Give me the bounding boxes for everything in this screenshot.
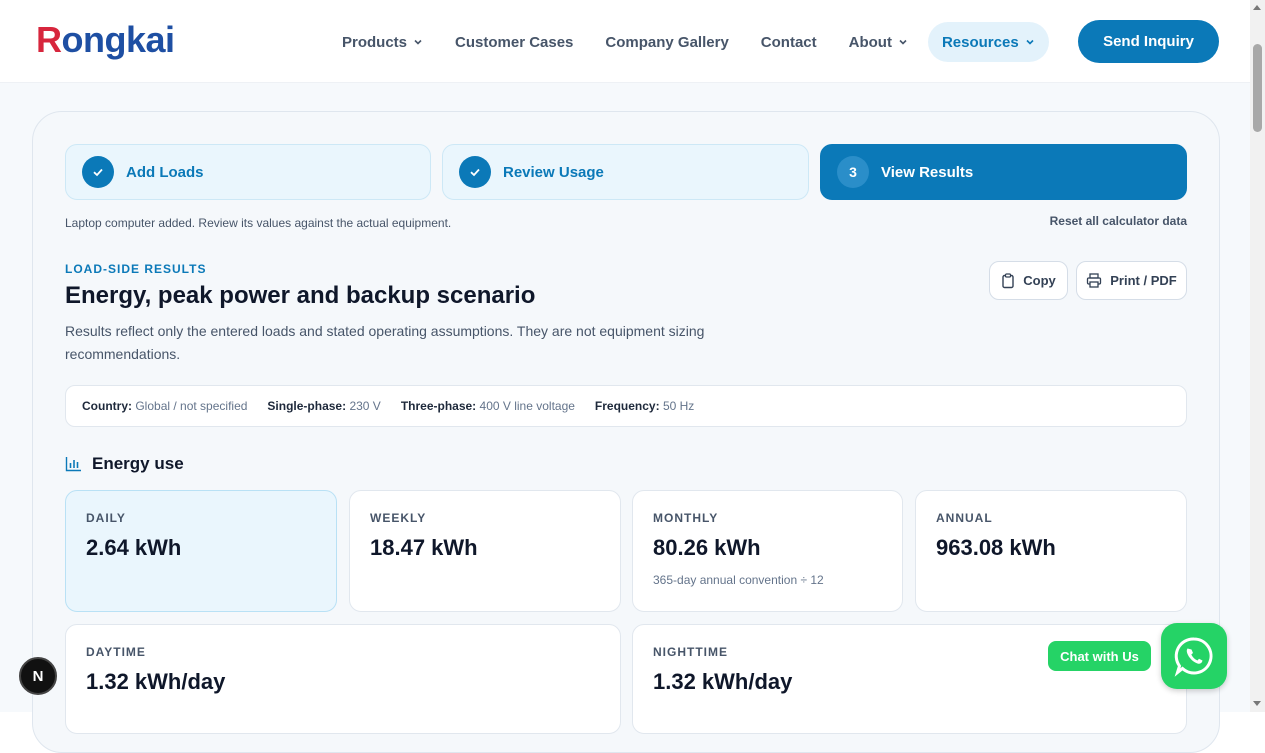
rongkai-logo[interactable]: Rongkai <box>36 18 175 62</box>
nav-contact[interactable]: Contact <box>749 22 829 62</box>
stat-card-daytime: DAYTIME 1.32 kWh/day <box>65 624 621 734</box>
page-title: Energy, peak power and backup scenario <box>65 282 536 309</box>
stat-card-monthly: MONTHLY 80.26 kWh 365-day annual convent… <box>632 490 903 612</box>
print-pdf-button[interactable]: Print / PDF <box>1076 261 1187 300</box>
electrical-settings-bar: Country: Global / not specified Single-p… <box>65 385 1187 427</box>
step-view-results[interactable]: 3 View Results <box>820 144 1187 200</box>
results-description: Results reflect only the entered loads a… <box>65 323 705 362</box>
stat-value: 1.32 kWh/day <box>86 669 226 694</box>
check-icon <box>459 156 491 188</box>
energy-use-heading: Energy use <box>65 454 184 474</box>
page-scrollbar[interactable] <box>1250 0 1265 712</box>
scrollbar-thumb[interactable] <box>1253 44 1262 132</box>
stat-value: 1.32 kWh/day <box>653 669 793 694</box>
stat-value: 18.47 kWh <box>370 535 478 560</box>
stat-label: DAILY <box>86 511 126 525</box>
whatsapp-icon <box>1174 637 1213 677</box>
stat-value: 2.64 kWh <box>86 535 182 560</box>
stat-card-annual: ANNUAL 963.08 kWh <box>915 490 1187 612</box>
stat-label: MONTHLY <box>653 511 719 525</box>
step-label: Review Usage <box>503 163 604 181</box>
three-phase-setting: Three-phase: 400 V line voltage <box>400 399 575 413</box>
nav-customer-cases[interactable]: Customer Cases <box>443 22 585 62</box>
stat-note: 365-day annual convention ÷ 12 <box>653 573 824 587</box>
whatsapp-chat-button[interactable] <box>1161 623 1227 689</box>
chat-with-us-label[interactable]: Chat with Us <box>1048 641 1151 671</box>
stat-label: ANNUAL <box>936 511 993 525</box>
reset-calculator-link[interactable]: Reset all calculator data <box>1050 214 1187 228</box>
stat-value: 963.08 kWh <box>936 535 1056 560</box>
stat-card-daily: DAILY 2.64 kWh <box>65 490 337 612</box>
calculator-card: Add Loads Review Usage 3 View Results La… <box>32 111 1220 753</box>
status-notice: Laptop computer added. Review its values… <box>65 216 452 230</box>
stat-card-weekly: WEEKLY 18.47 kWh <box>349 490 621 612</box>
chevron-down-icon <box>414 39 422 45</box>
step-label: Add Loads <box>126 163 204 181</box>
stat-label: WEEKLY <box>370 511 427 525</box>
copy-button[interactable]: Copy <box>989 261 1068 300</box>
section-eyebrow: LOAD-SIDE RESULTS <box>65 262 207 276</box>
country-setting: Country: Global / not specified <box>82 399 248 413</box>
nav-about[interactable]: About <box>837 22 920 62</box>
chevron-down-icon <box>1026 39 1034 45</box>
main-nav: Products Customer Cases Company Gallery … <box>330 22 1057 62</box>
scroll-down-arrow-icon[interactable] <box>1253 701 1261 706</box>
single-phase-setting: Single-phase: 230 V <box>267 399 381 413</box>
frequency-setting: Frequency: 50 Hz <box>594 399 695 413</box>
nextjs-dev-badge[interactable]: N <box>19 657 57 695</box>
nav-company-gallery[interactable]: Company Gallery <box>593 22 740 62</box>
step-number: 3 <box>837 156 869 188</box>
send-inquiry-button[interactable]: Send Inquiry <box>1078 20 1219 63</box>
nav-resources[interactable]: Resources <box>927 22 1049 62</box>
check-icon <box>82 156 114 188</box>
chevron-down-icon <box>899 39 907 45</box>
stat-label: DAYTIME <box>86 645 146 659</box>
scroll-up-arrow-icon[interactable] <box>1253 5 1261 10</box>
step-add-loads[interactable]: Add Loads <box>65 144 431 200</box>
step-label: View Results <box>881 163 974 181</box>
nav-products[interactable]: Products <box>330 22 435 62</box>
stat-value: 80.26 kWh <box>653 535 761 560</box>
bar-chart-icon <box>65 457 81 472</box>
step-review-usage[interactable]: Review Usage <box>442 144 809 200</box>
printer-icon <box>1087 273 1102 288</box>
site-header: Rongkai Products Customer Cases Company … <box>0 0 1250 83</box>
clipboard-icon <box>1002 272 1014 288</box>
